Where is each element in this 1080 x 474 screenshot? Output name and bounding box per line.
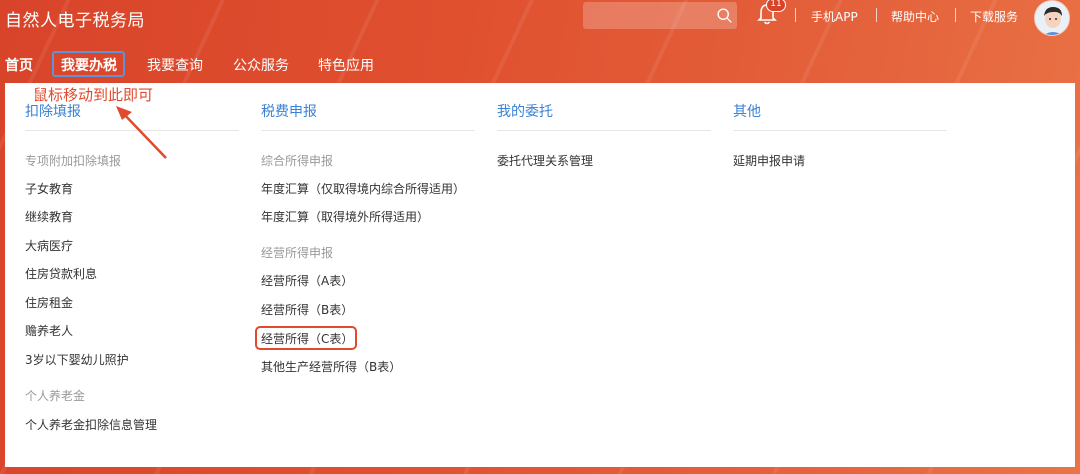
watermark-text: 大数跨境 (54, 442, 138, 466)
menu-item[interactable]: 继续教育 (25, 208, 73, 225)
mobile-app-link[interactable]: 手机APP (811, 8, 858, 25)
top-bar: 自然人电子税务局 11 手机APP 帮助中心 下载服务 (0, 0, 1080, 36)
menu-item[interactable]: 年度汇算（取得境外所得适用） (261, 208, 429, 225)
menu-item[interactable]: 赡养老人 (25, 322, 73, 339)
menu-item[interactable]: 延期申报申请 (733, 152, 805, 169)
group-label: 经营所得申报 (261, 246, 334, 260)
nav-query[interactable]: 我要查询 (147, 55, 203, 75)
group-label: 个人养老金 (25, 389, 86, 403)
search-icon[interactable] (716, 7, 733, 24)
column-heading-other[interactable]: 其他 (733, 101, 761, 121)
menu-item[interactable]: 个人养老金扣除信息管理 (25, 416, 157, 433)
menu-item[interactable]: 年度汇算（仅取得境内综合所得适用） (261, 180, 465, 197)
menu-item[interactable]: 子女教育 (25, 180, 73, 197)
column-heading-delegation[interactable]: 我的委托 (497, 101, 553, 121)
highlight-box (255, 326, 357, 350)
nav-home[interactable]: 首页 (5, 55, 33, 75)
menu-item[interactable]: 大病医疗 (25, 237, 73, 254)
arrow-icon (116, 106, 167, 159)
nav-public-service[interactable]: 公众服务 (233, 55, 289, 75)
group-label: 专项附加扣除填报 (25, 154, 122, 168)
divider (261, 130, 475, 131)
divider (733, 130, 947, 131)
notification-badge: 11 (766, 0, 786, 12)
menu-item[interactable]: 3岁以下婴幼儿照护 (25, 351, 129, 368)
divider (876, 8, 877, 22)
menu-item[interactable]: 住房贷款利息 (25, 265, 97, 282)
divider (795, 8, 796, 22)
avatar[interactable] (1034, 0, 1070, 36)
menu-item[interactable]: 经营所得（A表） (261, 272, 353, 289)
watermark-logo-icon (9, 445, 45, 463)
column-heading-tax-filing[interactable]: 税费申报 (261, 101, 317, 121)
group-label: 综合所得申报 (261, 154, 334, 168)
menu-item[interactable]: 委托代理关系管理 (497, 152, 593, 169)
highlight-box (52, 51, 125, 77)
divider (955, 8, 956, 22)
menu-item[interactable]: 住房租金 (25, 294, 73, 311)
menu-item[interactable]: 经营所得（B表） (261, 301, 353, 318)
help-center-link[interactable]: 帮助中心 (891, 8, 939, 25)
download-service-link[interactable]: 下载服务 (970, 8, 1018, 25)
menu-item[interactable]: 其他生产经营所得（B表） (261, 358, 401, 375)
app-title: 自然人电子税务局 (5, 11, 145, 31)
divider (497, 130, 711, 131)
nav-featured-apps[interactable]: 特色应用 (318, 55, 374, 75)
search-input[interactable] (583, 2, 737, 29)
